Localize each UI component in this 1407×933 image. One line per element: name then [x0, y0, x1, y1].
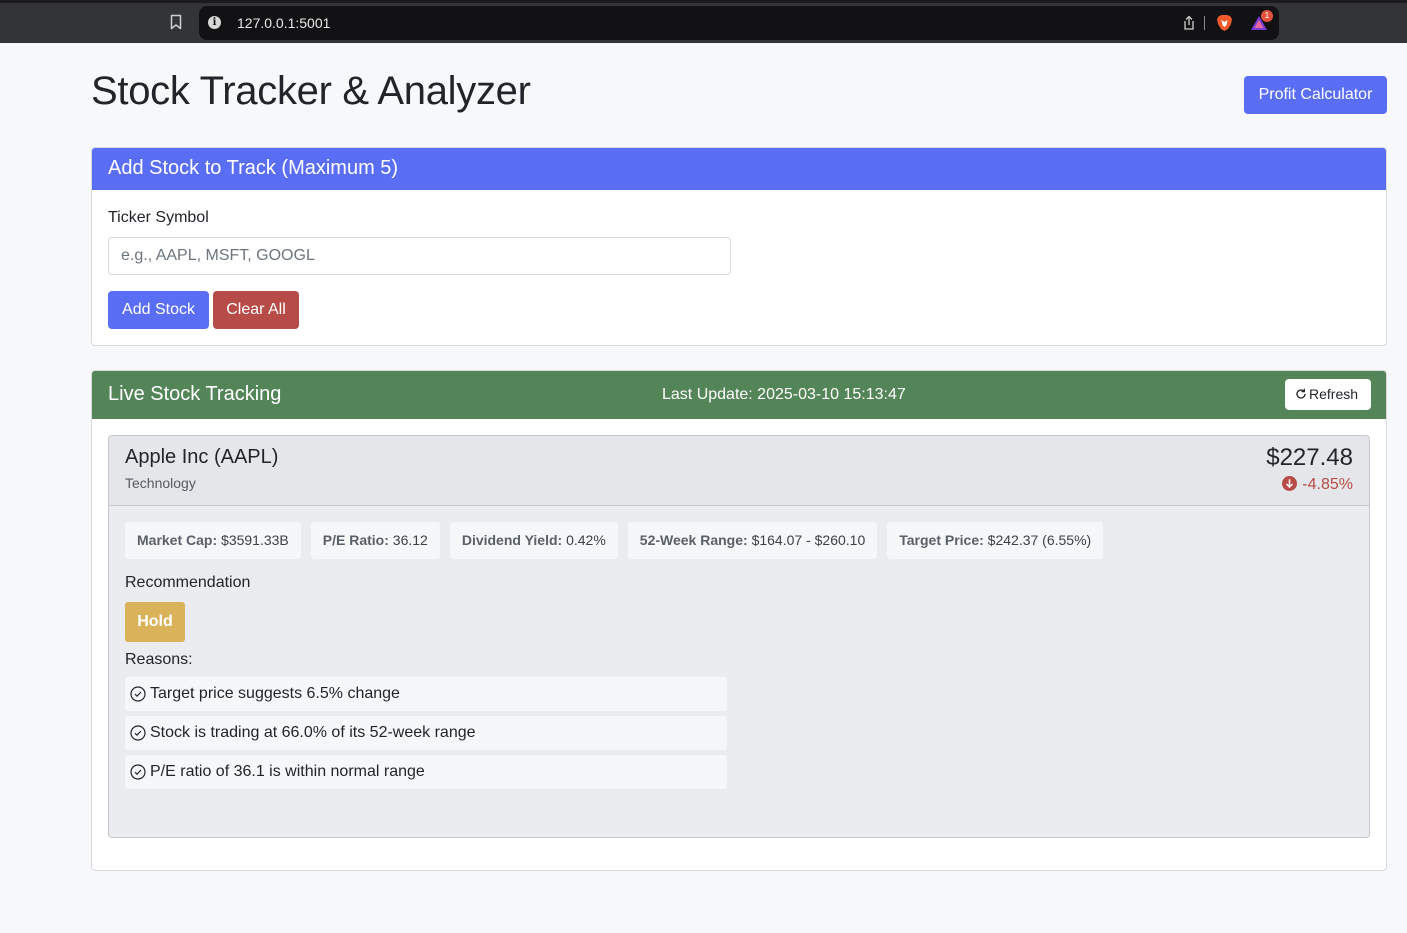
- live-tracking-card-header: Live Stock Tracking Last Update: 2025-03…: [92, 371, 1386, 419]
- metric-label: Target Price:: [899, 532, 984, 548]
- recommendation-label: Recommendation: [125, 574, 251, 591]
- clear-all-button[interactable]: Clear All: [213, 291, 299, 329]
- add-stock-card: Add Stock to Track (Maximum 5) Ticker Sy…: [91, 147, 1387, 346]
- refresh-button-label: Refresh: [1309, 386, 1359, 402]
- add-stock-card-header: Add Stock to Track (Maximum 5): [92, 148, 1386, 190]
- arrow-down-circle-icon: [1282, 476, 1298, 491]
- recommendation-badge: Hold: [125, 602, 185, 642]
- live-tracking-title: Live Stock Tracking: [108, 383, 282, 405]
- reasons-list: Target price suggests 6.5% change Stock …: [125, 677, 727, 794]
- stock-name: Apple Inc (AAPL): [125, 446, 279, 468]
- info-icon[interactable]: i: [208, 16, 221, 29]
- metric-value: 0.42%: [566, 532, 606, 548]
- stock-price: $227.48: [1266, 444, 1353, 471]
- rewards-badge: 1: [1261, 10, 1273, 22]
- metric-value: $164.07 - $260.10: [751, 532, 866, 548]
- check-circle-icon: [130, 686, 146, 702]
- metric-value: $242.37 (6.55%): [987, 532, 1092, 548]
- address-bar[interactable]: i 127.0.0.1:5001 1: [199, 6, 1279, 40]
- stock-card-header: Apple Inc (AAPL) Technology $227.48 -4.8…: [109, 436, 1369, 506]
- stock-card-aapl: Apple Inc (AAPL) Technology $227.48 -4.8…: [108, 435, 1370, 838]
- check-circle-icon: [130, 764, 146, 780]
- metric-label: Dividend Yield:: [461, 532, 563, 548]
- ticker-symbol-input[interactable]: [108, 237, 731, 275]
- metric-value: $3591.33B: [221, 532, 289, 548]
- add-stock-button[interactable]: Add Stock: [108, 291, 209, 329]
- reason-text: Stock is trading at 66.0% of its 52-week…: [150, 724, 476, 741]
- metric-52-week-range: 52-Week Range: $164.07 - $260.10: [627, 522, 878, 559]
- list-item: Stock is trading at 66.0% of its 52-week…: [125, 716, 727, 750]
- brave-shield-icon[interactable]: [1216, 14, 1233, 32]
- stock-sector: Technology: [125, 475, 196, 491]
- ticker-symbol-label: Ticker Symbol: [108, 209, 209, 226]
- profit-calculator-button[interactable]: Profit Calculator: [1244, 76, 1387, 114]
- stock-change: -4.85%: [1282, 476, 1353, 494]
- metric-label: P/E Ratio:: [322, 532, 389, 548]
- metric-value: 36.12: [392, 532, 428, 548]
- check-circle-icon: [130, 725, 146, 741]
- stock-change-value: -4.85%: [1302, 476, 1353, 493]
- metric-pe-ratio: P/E Ratio: 36.12: [310, 522, 440, 559]
- share-icon[interactable]: [1181, 15, 1197, 31]
- last-update-text: Last Update: 2025-03-10 15:13:47: [662, 386, 906, 403]
- reason-text: P/E ratio of 36.1 is within normal range: [150, 763, 425, 780]
- metric-label: 52-Week Range:: [639, 532, 748, 548]
- toolbar-separator: [1204, 16, 1205, 30]
- metric-label: Market Cap:: [137, 532, 218, 548]
- page-title: Stock Tracker & Analyzer: [91, 69, 531, 113]
- metric-dividend-yield: Dividend Yield: 0.42%: [449, 522, 618, 559]
- list-item: Target price suggests 6.5% change: [125, 677, 727, 711]
- bookmark-icon[interactable]: [167, 13, 185, 31]
- list-item: P/E ratio of 36.1 is within normal range: [125, 755, 727, 789]
- reasons-label: Reasons:: [125, 651, 193, 668]
- refresh-icon: [1296, 388, 1306, 399]
- metrics-row: Market Cap: $3591.33B P/E Ratio: 36.12 D…: [125, 522, 1104, 559]
- metric-target-price: Target Price: $242.37 (6.55%): [887, 522, 1104, 559]
- refresh-button[interactable]: Refresh: [1285, 379, 1371, 410]
- browser-toolbar: i 127.0.0.1:5001 1: [0, 0, 1407, 43]
- metric-market-cap: Market Cap: $3591.33B: [125, 522, 301, 559]
- live-tracking-card: Live Stock Tracking Last Update: 2025-03…: [91, 370, 1387, 871]
- url-text[interactable]: 127.0.0.1:5001: [237, 15, 330, 31]
- reason-text: Target price suggests 6.5% change: [150, 685, 400, 702]
